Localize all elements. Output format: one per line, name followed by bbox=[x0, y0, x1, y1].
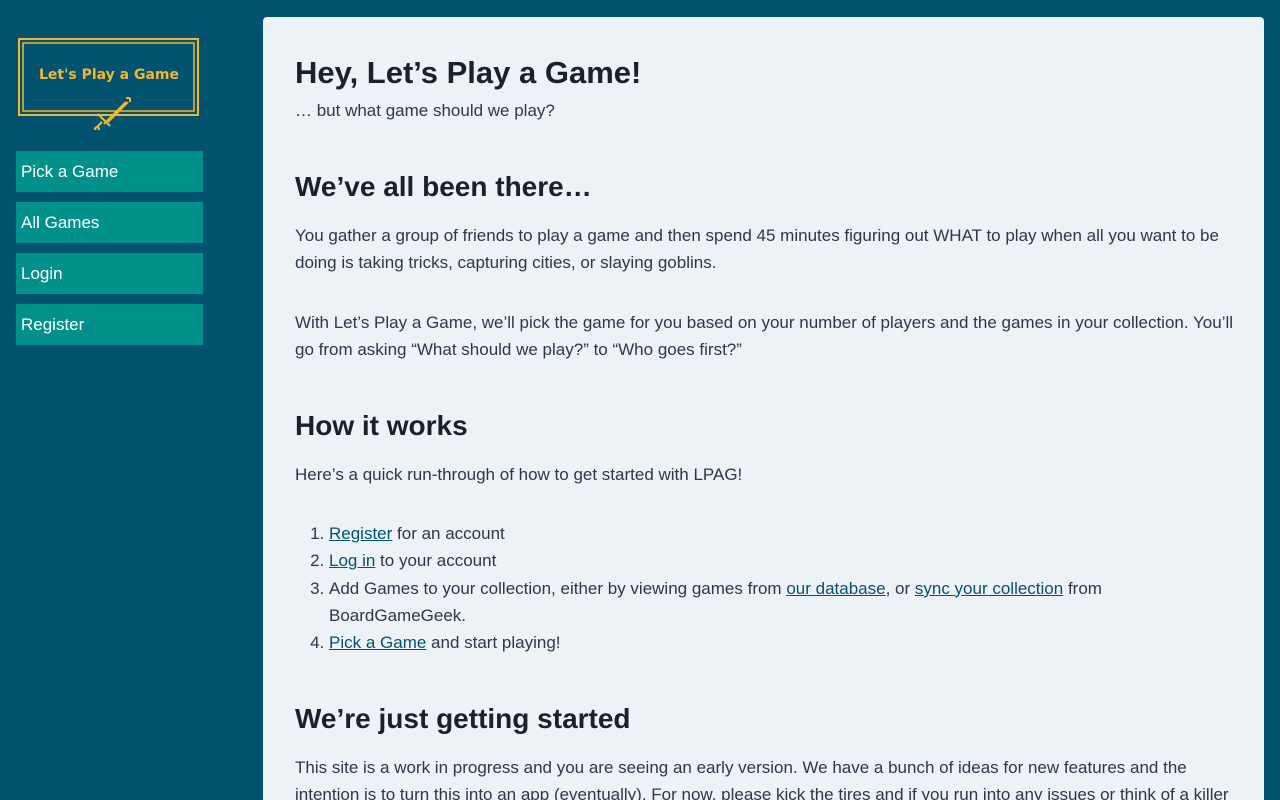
site-logo[interactable]: Let's Play a Game bbox=[18, 38, 201, 130]
steps-list: Register for an account Log in to your a… bbox=[295, 520, 1149, 656]
main-nav: Pick a Game All Games Login Register bbox=[16, 151, 203, 355]
logo-graphic: Let's Play a Game bbox=[18, 38, 199, 130]
section-heading-getting-started: We’re just getting started bbox=[295, 703, 631, 734]
step-text: to your account bbox=[375, 551, 497, 571]
page-title: Hey, Let’s Play a Game! bbox=[295, 55, 642, 90]
our-database-link[interactable]: our database bbox=[786, 579, 885, 598]
section-paragraph: This site is a work in progress and you … bbox=[295, 758, 1229, 800]
section-heading-been-there: We’ve all been there… bbox=[295, 171, 592, 202]
nav-item-all-games[interactable]: All Games bbox=[16, 202, 203, 243]
login-link[interactable]: Log in bbox=[329, 551, 375, 570]
list-item: Log in to your account bbox=[329, 547, 1149, 574]
step-text: for an account bbox=[392, 524, 505, 543]
section-heading-how-it-works: How it works bbox=[295, 410, 468, 441]
nav-item-login[interactable]: Login bbox=[16, 253, 203, 294]
list-item: Register for an account bbox=[329, 520, 1149, 547]
pick-a-game-link[interactable]: Pick a Game bbox=[329, 633, 426, 652]
sync-collection-link[interactable]: sync your collection bbox=[915, 579, 1063, 598]
step-text: Add Games to your collection, either by … bbox=[329, 578, 787, 598]
logo-text: Let's Play a Game bbox=[39, 67, 179, 83]
list-item: Add Games to your collection, either by … bbox=[329, 575, 1149, 630]
register-link[interactable]: Register bbox=[329, 524, 392, 543]
main-content: Hey, Let’s Play a Game! … but what game … bbox=[263, 17, 1264, 800]
nav-item-pick-a-game[interactable]: Pick a Game bbox=[16, 151, 203, 192]
page-subtitle: … but what game should we play? bbox=[295, 101, 555, 120]
section-paragraph: With Let’s Play a Game, we’ll pick the g… bbox=[295, 313, 1234, 359]
step-text: and start playing! bbox=[426, 633, 561, 653]
step-text: , or bbox=[885, 578, 915, 598]
nav-item-register[interactable]: Register bbox=[16, 304, 203, 345]
section-paragraph: Here’s a quick run-through of how to get… bbox=[295, 465, 743, 484]
section-paragraph: You gather a group of friends to play a … bbox=[295, 226, 1219, 272]
list-item: Pick a Game and start playing! bbox=[329, 629, 1149, 656]
